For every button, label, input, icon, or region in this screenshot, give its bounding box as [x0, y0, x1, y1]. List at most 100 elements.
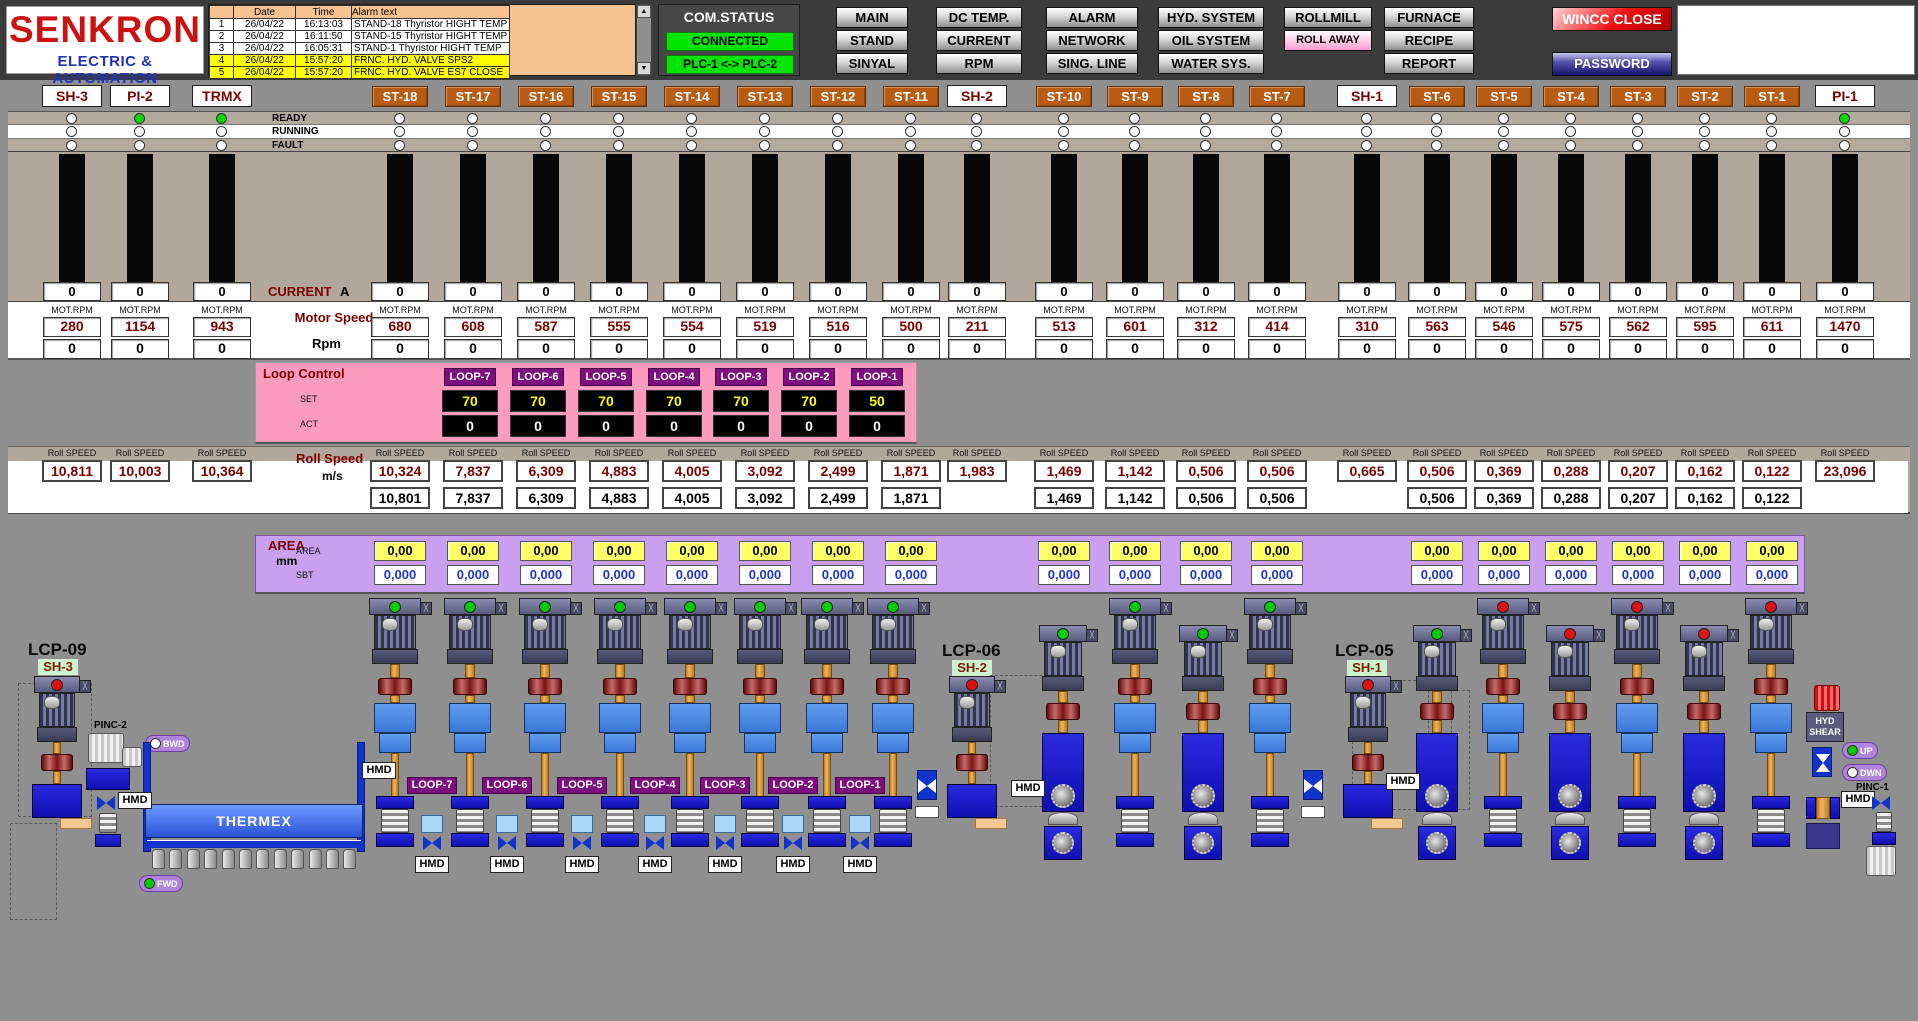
roll-speed-set-PI-1[interactable]: 23,096 [1815, 460, 1875, 482]
sbt-value-ST-18[interactable]: 0,000 [374, 565, 426, 585]
area-value-ST-5[interactable]: 0,00 [1478, 541, 1530, 561]
sbt-value-ST-3[interactable]: 0,000 [1612, 565, 1664, 585]
station-header-ST-5[interactable]: ST-5 [1476, 86, 1532, 107]
station-header-ST-3[interactable]: ST-3 [1610, 86, 1666, 107]
alarm-scrollbar[interactable] [636, 4, 652, 76]
motor-rpm-set-ST-10[interactable]: 513 [1035, 317, 1093, 337]
station-header-ST-11[interactable]: ST-11 [883, 86, 939, 107]
area-value-ST-13[interactable]: 0,00 [739, 541, 791, 561]
motor-rpm-set-ST-6[interactable]: 563 [1408, 317, 1466, 337]
nav-rollmill[interactable]: ROLLMILL [1284, 7, 1372, 28]
area-value-ST-9[interactable]: 0,00 [1109, 541, 1161, 561]
loop-set-LOOP-7[interactable]: 70 [442, 390, 498, 412]
motor-rpm-set-ST-14[interactable]: 554 [663, 317, 721, 337]
sbt-value-ST-7[interactable]: 0,000 [1251, 565, 1303, 585]
scroll-up-icon[interactable] [637, 5, 651, 18]
motor-rpm-set-ST-4[interactable]: 575 [1542, 317, 1600, 337]
area-value-ST-17[interactable]: 0,00 [447, 541, 499, 561]
loop-set-LOOP-6[interactable]: 70 [510, 390, 566, 412]
sbt-value-ST-11[interactable]: 0,000 [885, 565, 937, 585]
roll-speed-set-PI-2[interactable]: 10,003 [110, 460, 170, 482]
motor-rpm-set-ST-8[interactable]: 312 [1177, 317, 1235, 337]
station-header-ST-6[interactable]: ST-6 [1409, 86, 1465, 107]
nav-report[interactable]: REPORT [1384, 53, 1474, 74]
station-header-ST-15[interactable]: ST-15 [591, 86, 647, 107]
motor-rpm-set-ST-16[interactable]: 587 [517, 317, 575, 337]
motor-rpm-set-ST-12[interactable]: 516 [809, 317, 867, 337]
nav-current[interactable]: CURRENT [936, 30, 1022, 51]
station-header-ST-9[interactable]: ST-9 [1107, 86, 1163, 107]
shear-up-button[interactable]: UP [1842, 742, 1878, 759]
station-header-ST-4[interactable]: ST-4 [1543, 86, 1599, 107]
motor-rpm-set-SH-1[interactable]: 310 [1338, 317, 1396, 337]
station-header-ST-2[interactable]: ST-2 [1677, 86, 1733, 107]
motor-rpm-set-ST-9[interactable]: 601 [1106, 317, 1164, 337]
roll-speed-set-ST-1[interactable]: 0,122 [1742, 460, 1802, 482]
roll-speed-set-ST-8[interactable]: 0,506 [1176, 460, 1236, 482]
nav-hyd-system[interactable]: HYD. SYSTEM [1158, 7, 1264, 28]
loop-set-LOOP-2[interactable]: 70 [781, 390, 837, 412]
motor-rpm-set-ST-11[interactable]: 500 [882, 317, 940, 337]
area-value-ST-6[interactable]: 0,00 [1411, 541, 1463, 561]
station-header-PI-1[interactable]: PI-1 [1815, 85, 1875, 107]
nav-recipe[interactable]: RECIPE [1384, 30, 1474, 51]
roll-speed-set-TRMX[interactable]: 10,364 [192, 460, 252, 482]
roll-speed-set-ST-17[interactable]: 7,837 [443, 460, 503, 482]
nav-stand[interactable]: STAND [836, 30, 908, 51]
area-value-ST-11[interactable]: 0,00 [885, 541, 937, 561]
loop-set-LOOP-4[interactable]: 70 [646, 390, 702, 412]
area-value-ST-2[interactable]: 0,00 [1679, 541, 1731, 561]
motor-rpm-set-ST-5[interactable]: 546 [1475, 317, 1533, 337]
motor-rpm-set-ST-2[interactable]: 595 [1676, 317, 1734, 337]
motor-rpm-set-ST-18[interactable]: 680 [371, 317, 429, 337]
roll-speed-set-ST-11[interactable]: 1,871 [881, 460, 941, 482]
station-header-ST-12[interactable]: ST-12 [810, 86, 866, 107]
sbt-value-ST-2[interactable]: 0,000 [1679, 565, 1731, 585]
sbt-value-ST-10[interactable]: 0,000 [1038, 565, 1090, 585]
motor-rpm-set-ST-17[interactable]: 608 [444, 317, 502, 337]
wincc-close-button[interactable]: WINCC CLOSE [1552, 7, 1672, 31]
motor-rpm-set-ST-7[interactable]: 414 [1248, 317, 1306, 337]
roll-speed-set-ST-3[interactable]: 0,207 [1608, 460, 1668, 482]
area-value-ST-4[interactable]: 0,00 [1545, 541, 1597, 561]
sbt-value-ST-17[interactable]: 0,000 [447, 565, 499, 585]
station-header-ST-7[interactable]: ST-7 [1249, 86, 1305, 107]
roll-speed-set-ST-13[interactable]: 3,092 [735, 460, 795, 482]
nav-alarm[interactable]: ALARM [1046, 7, 1138, 28]
alarm-row[interactable]: 426/04/2215:57:20FRNC. HYD. VALVE SPS2 [210, 55, 510, 67]
sbt-value-ST-1[interactable]: 0,000 [1746, 565, 1798, 585]
area-value-ST-14[interactable]: 0,00 [666, 541, 718, 561]
roll-speed-set-ST-6[interactable]: 0,506 [1407, 460, 1467, 482]
area-value-ST-18[interactable]: 0,00 [374, 541, 426, 561]
motor-rpm-set-SH-3[interactable]: 280 [43, 317, 101, 337]
sbt-value-ST-14[interactable]: 0,000 [666, 565, 718, 585]
nav-furnace[interactable]: FURNACE [1384, 7, 1474, 28]
area-value-ST-15[interactable]: 0,00 [593, 541, 645, 561]
thermex-unit[interactable]: THERMEX [145, 804, 363, 838]
loop-set-LOOP-5[interactable]: 70 [578, 390, 634, 412]
roll-speed-set-ST-18[interactable]: 10,324 [370, 460, 430, 482]
roll-speed-set-ST-9[interactable]: 1,142 [1105, 460, 1165, 482]
scroll-down-icon[interactable] [637, 62, 651, 75]
alarm-row[interactable]: 126/04/2216:13:03STAND-18 Thyristor HIGH… [210, 19, 510, 31]
station-header-ST-17[interactable]: ST-17 [445, 86, 501, 107]
sbt-value-ST-12[interactable]: 0,000 [812, 565, 864, 585]
loop-set-LOOP-1[interactable]: 50 [849, 390, 905, 412]
station-header-SH-1[interactable]: SH-1 [1337, 85, 1397, 107]
station-header-ST-8[interactable]: ST-8 [1178, 86, 1234, 107]
roll-speed-set-ST-16[interactable]: 6,309 [516, 460, 576, 482]
station-header-TRMX[interactable]: TRMX [192, 85, 252, 107]
nav-roll-away[interactable]: ROLL AWAY [1284, 30, 1372, 51]
roll-speed-set-ST-15[interactable]: 4,883 [589, 460, 649, 482]
roll-speed-set-ST-4[interactable]: 0,288 [1541, 460, 1601, 482]
roll-speed-set-SH-1[interactable]: 0,665 [1337, 460, 1397, 482]
area-value-ST-7[interactable]: 0,00 [1251, 541, 1303, 561]
alarm-row[interactable]: 326/04/2216:05:31STAND-1 Thyristor HIGHT… [210, 43, 510, 55]
motor-rpm-set-ST-1[interactable]: 611 [1743, 317, 1801, 337]
area-value-ST-1[interactable]: 0,00 [1746, 541, 1798, 561]
nav-sinyal[interactable]: SINYAL [836, 53, 908, 74]
roll-speed-set-SH-2[interactable]: 1,983 [947, 460, 1007, 482]
nav-network[interactable]: NETWORK [1046, 30, 1138, 51]
nav-dc-temp-[interactable]: DC TEMP. [936, 7, 1022, 28]
alarm-row[interactable]: 526/04/2215:57:20FRNC. HYD. VALVE ES7 CL… [210, 67, 510, 79]
